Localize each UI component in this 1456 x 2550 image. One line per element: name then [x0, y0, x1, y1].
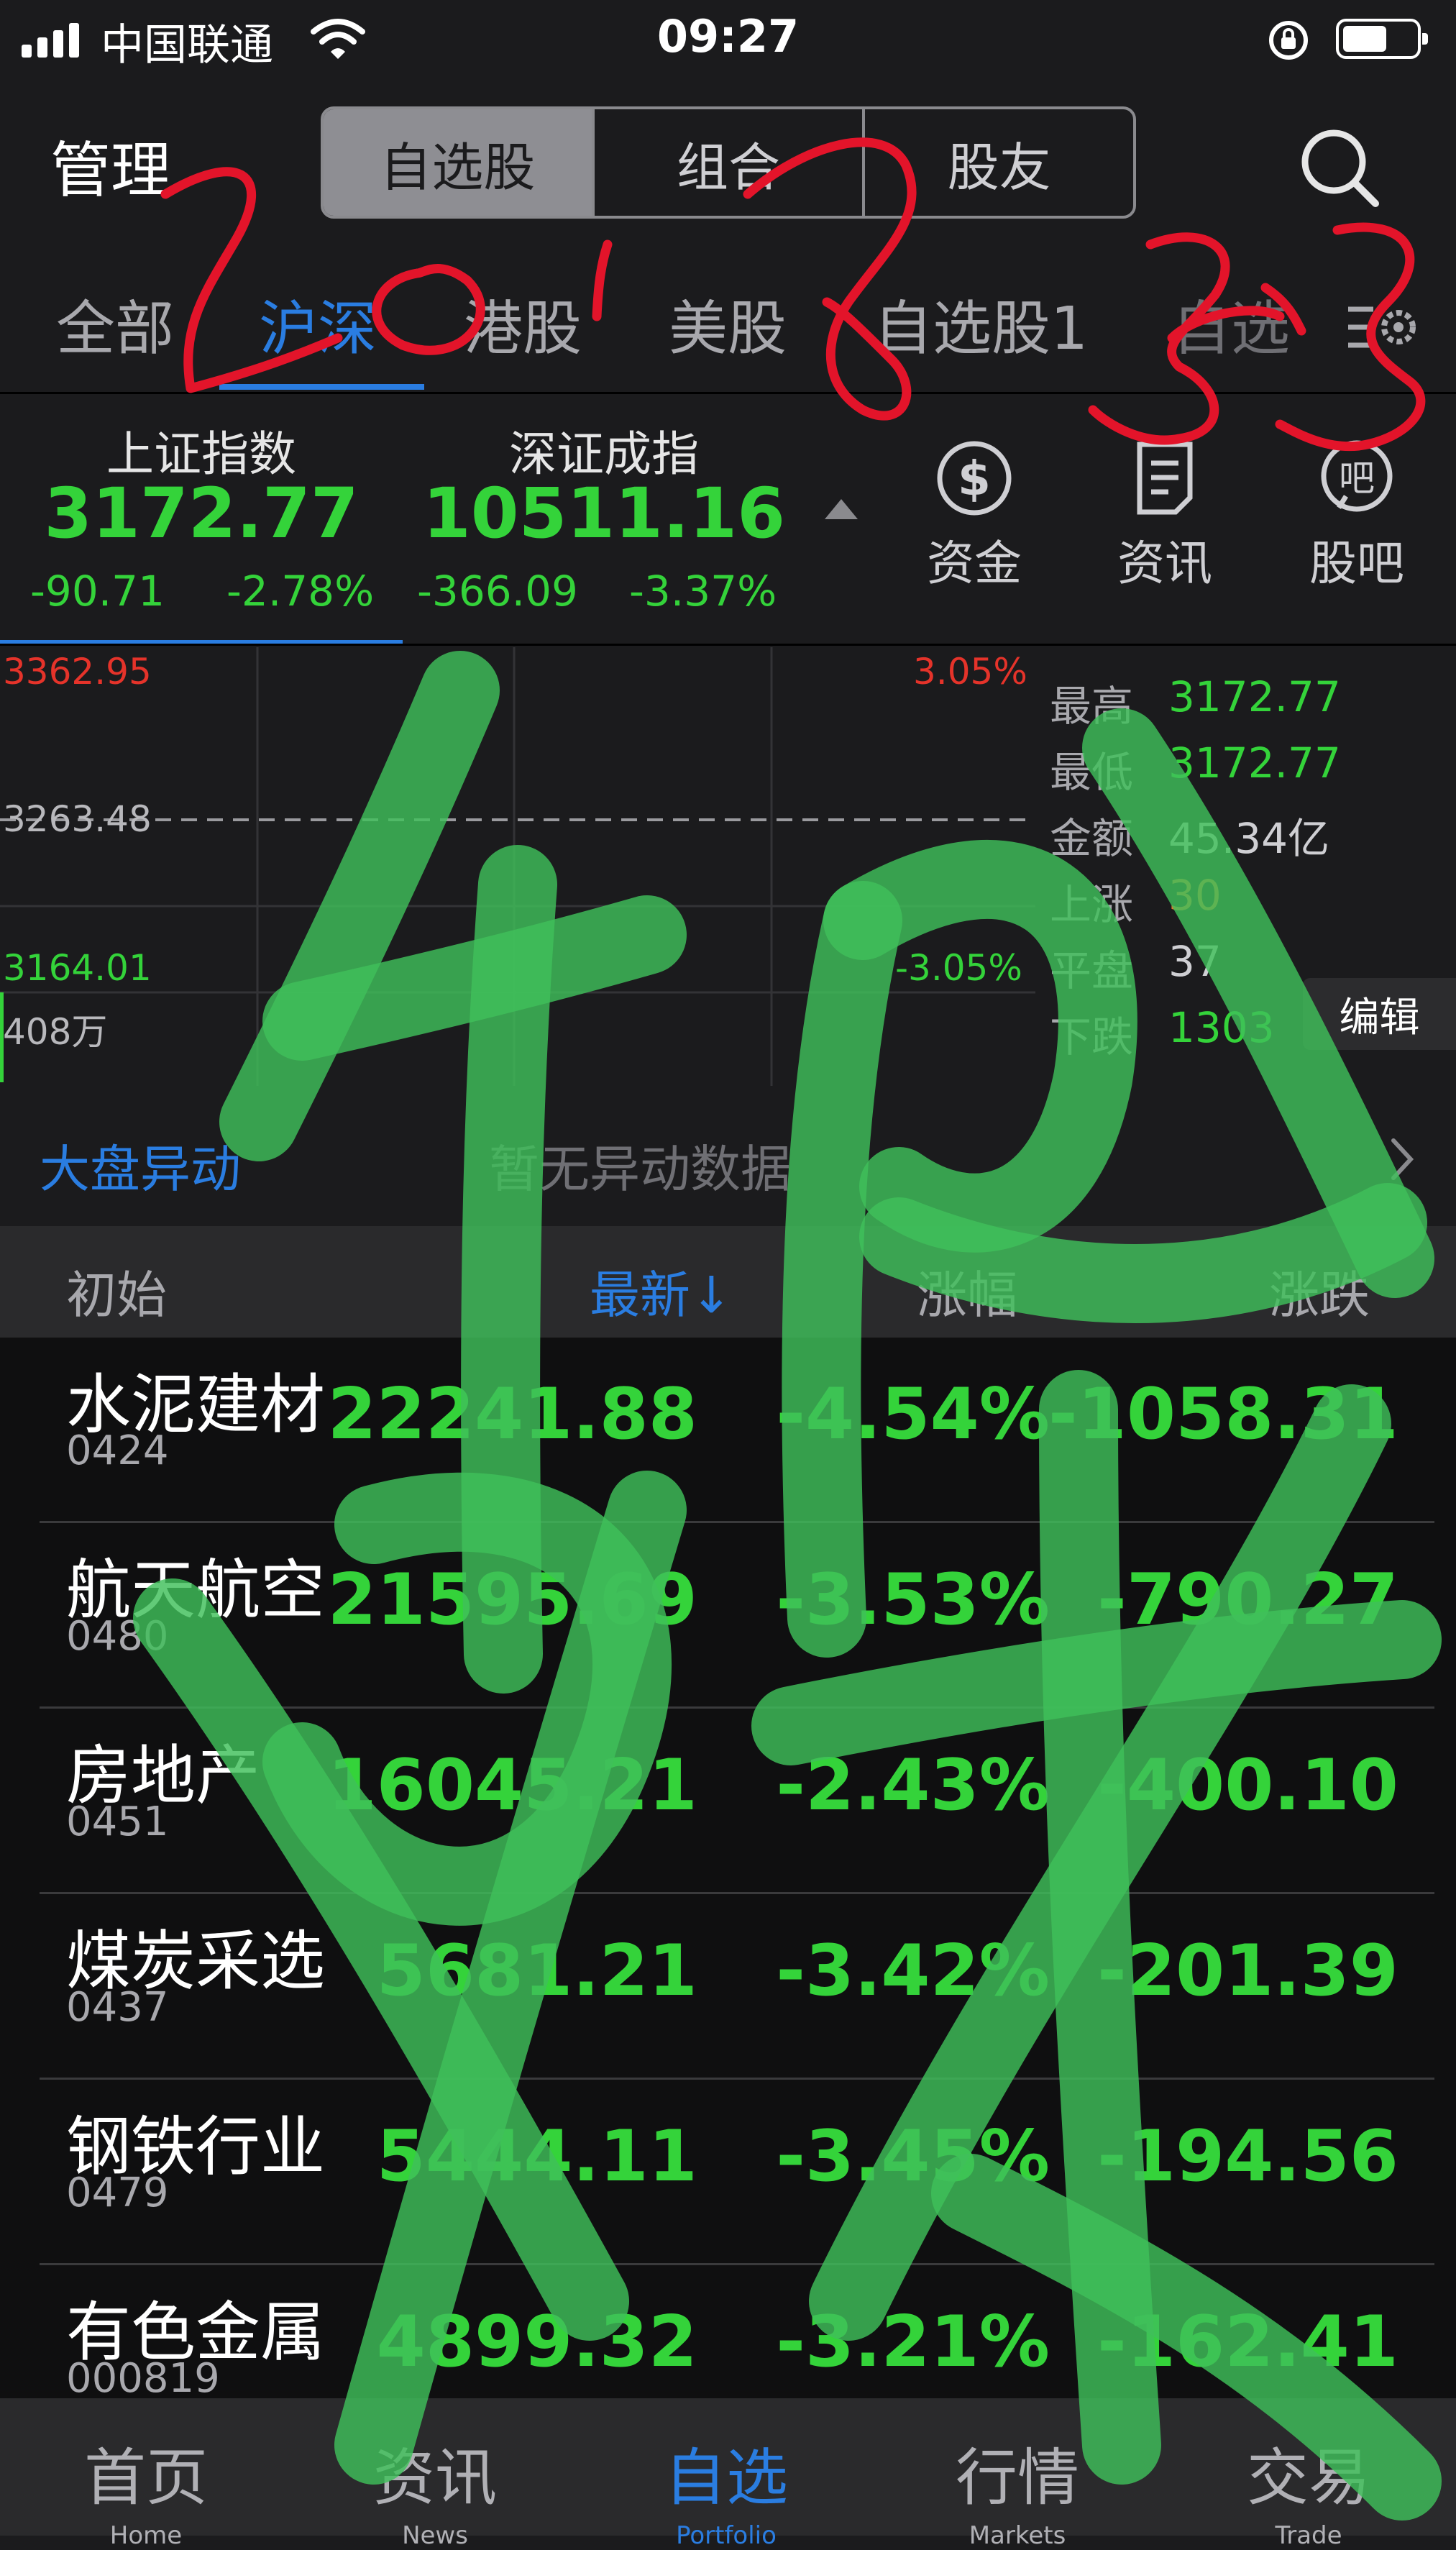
index-sh-pct: -2.78% — [226, 567, 375, 616]
row-code: 000819 — [66, 2355, 220, 2402]
nav-trade-sublabel: Trade — [1275, 2521, 1342, 2550]
index-sz[interactable]: 深证成指 10511.16 -366.09 -3.37% — [410, 410, 812, 640]
bottom-nav: 首页 Home 资讯 News 自选 Portfolio 行情 Markets … — [0, 2398, 1456, 2550]
row-code: 0437 — [66, 1984, 169, 2031]
row-change: -194.56 — [1097, 2116, 1398, 2198]
table-row[interactable]: 房地产 0451 16045.21 -2.43% -400.10 — [0, 1709, 1456, 1894]
nav-home-sublabel: Home — [109, 2521, 183, 2550]
nav-news[interactable]: 资讯 News — [342, 2427, 528, 2550]
table-row[interactable]: 钢铁行业 0479 5444.11 -3.45% -194.56 — [0, 2080, 1456, 2265]
dollar-icon: $ — [937, 441, 1012, 516]
index-sh-value: 3172.77 — [44, 473, 359, 554]
row-latest: 21595.69 — [327, 1559, 697, 1641]
row-pct: -3.53% — [776, 1559, 1050, 1641]
market-stats: 最高 3172.77 最低 3172.77 金额 45.34亿 上涨 30 平盘… — [1050, 0, 1452, 1079]
index-sh-change: -90.71 — [30, 567, 165, 616]
table-row[interactable]: 水泥建材 0424 22241.88 -4.54% -1058.31 — [0, 1338, 1456, 1523]
svg-text:$: $ — [958, 451, 991, 506]
nav-home[interactable]: 首页 Home — [52, 2427, 239, 2550]
nav-markets-label: 行情 — [956, 2442, 1079, 2514]
segment-portfolio[interactable]: 组合 — [591, 109, 863, 216]
row-change: -162.41 — [1097, 2301, 1398, 2383]
nav-news-label: 资讯 — [373, 2442, 497, 2514]
row-code: 0480 — [66, 1613, 169, 1660]
chart-high-label: 3362.95 — [3, 651, 152, 693]
nav-trade-label: 交易 — [1247, 2442, 1370, 2514]
index-sz-change: -366.09 — [417, 567, 578, 616]
chart-pct-low: -3.05% — [895, 947, 1022, 989]
row-latest: 16045.21 — [327, 1745, 697, 1827]
nav-news-sublabel: News — [402, 2521, 468, 2550]
nav-home-label: 首页 — [84, 2442, 208, 2514]
market-alert-row[interactable]: 大盘异动 暂无异动数据 — [0, 1107, 1456, 1208]
header-name[interactable]: 初始 — [66, 1255, 167, 1327]
row-pct: -3.21% — [776, 2301, 1050, 2383]
expand-arrow-icon[interactable] — [823, 496, 859, 521]
row-change: -790.27 — [1097, 1559, 1398, 1641]
nav-portfolio-sublabel: Portfolio — [676, 2521, 777, 2550]
row-change: -1058.31 — [1048, 1374, 1398, 1455]
tab-us[interactable]: 美股 — [669, 280, 787, 366]
nav-markets[interactable]: 行情 Markets — [924, 2427, 1111, 2550]
row-change: -400.10 — [1097, 1745, 1398, 1827]
row-latest: 5681.21 — [376, 1930, 697, 2012]
row-latest: 22241.88 — [327, 1374, 697, 1455]
header-latest[interactable]: 最新↓ — [590, 1255, 733, 1327]
row-pct: -3.42% — [776, 1930, 1050, 2012]
table-body: 水泥建材 0424 22241.88 -4.54% -1058.31 航天航空 … — [0, 1338, 1456, 2402]
row-change: -201.39 — [1097, 1930, 1398, 2012]
nav-markets-sublabel: Markets — [969, 2521, 1066, 2550]
row-code: 0451 — [66, 1799, 169, 1845]
chart-pct-high: 3.05% — [913, 651, 1027, 693]
tab-hk[interactable]: 港股 — [464, 280, 582, 366]
table-row[interactable]: 航天航空 0480 21595.69 -3.53% -790.27 — [0, 1523, 1456, 1709]
table-header: 初始 最新↓ 涨幅 涨跌 — [0, 1226, 1456, 1338]
table-row[interactable]: 煤炭采选 0437 5681.21 -3.42% -201.39 — [0, 1894, 1456, 2080]
chevron-right-icon — [1391, 1138, 1414, 1180]
tab-all[interactable]: 全部 — [56, 280, 174, 366]
row-pct: -4.54% — [776, 1374, 1050, 1455]
alert-title: 大盘异动 — [40, 1140, 241, 1199]
alert-message: 暂无异动数据 — [489, 1140, 791, 1199]
index-sz-value: 10511.16 — [422, 473, 786, 554]
segment-control[interactable]: 自选股 组合 股友 — [321, 106, 1136, 219]
intraday-chart[interactable] — [0, 647, 1035, 1086]
manage-button[interactable]: 管理 — [50, 122, 171, 209]
funds-label: 资金 — [927, 536, 1022, 591]
tab-shsz[interactable]: 沪深 — [259, 280, 377, 366]
nav-portfolio[interactable]: 自选 Portfolio — [633, 2427, 820, 2550]
header-change[interactable]: 涨跌 — [1269, 1255, 1370, 1327]
row-latest: 5444.11 — [376, 2116, 697, 2198]
active-tab-indicator — [219, 384, 424, 390]
chart-low-label: 3164.01 — [3, 947, 152, 989]
row-pct: -2.43% — [776, 1745, 1050, 1827]
chart-volume-label: 408万 — [3, 1011, 108, 1053]
edit-button[interactable]: 编辑 — [1303, 978, 1456, 1050]
chart-mid-label: 3263.48 — [3, 798, 152, 840]
row-latest: 4899.32 — [376, 2301, 697, 2383]
row-pct: -3.45% — [776, 2116, 1050, 2198]
row-code: 0424 — [66, 1427, 169, 1474]
nav-trade[interactable]: 交易 Trade — [1215, 2427, 1402, 2550]
row-code: 0479 — [66, 2170, 169, 2216]
nav-portfolio-label: 自选 — [664, 2442, 788, 2514]
index-sz-pct: -3.37% — [629, 567, 777, 616]
funds-button[interactable]: $ 资金 — [902, 439, 1046, 594]
header-pct[interactable]: 涨幅 — [917, 1255, 1017, 1327]
segment-watchlist[interactable]: 自选股 — [324, 109, 592, 216]
index-sh[interactable]: 上证指数 3172.77 -90.71 -2.78% — [14, 410, 403, 640]
